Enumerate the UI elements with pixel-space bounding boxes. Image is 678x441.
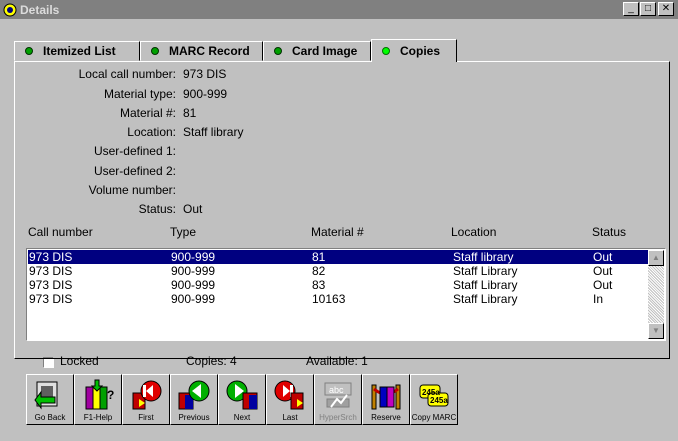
copy-marc-icon: 245a245a: [419, 384, 449, 407]
first-record-icon: [132, 380, 162, 410]
toolbar: Go Back ? F1-Help First Previous Next La…: [26, 374, 458, 425]
last-button[interactable]: Last: [266, 374, 314, 425]
f1-help-button[interactable]: ? F1-Help: [74, 374, 122, 425]
tab-label: Card Image: [292, 44, 358, 58]
next-button[interactable]: Next: [218, 374, 266, 425]
previous-button[interactable]: Previous: [170, 374, 218, 425]
copy-marc-label: Copy MARC: [411, 413, 457, 422]
svg-text:?: ?: [107, 388, 114, 402]
title-bar: Details _ □ ✕: [0, 0, 678, 19]
tab-copies[interactable]: Copies: [371, 39, 457, 62]
last-label: Last: [282, 413, 298, 422]
status-dot-icon: [274, 47, 282, 55]
svg-text:abc: abc: [329, 385, 344, 395]
tab-label: Itemized List: [43, 44, 116, 58]
close-button[interactable]: ✕: [658, 2, 674, 16]
app-icon: [3, 3, 17, 17]
maximize-button[interactable]: □: [640, 2, 656, 16]
window-title: Details: [20, 2, 60, 17]
last-record-icon: [274, 380, 304, 410]
reserve-label: Reserve: [371, 413, 401, 422]
status-dot-icon: [25, 47, 33, 55]
tab-itemized-list[interactable]: Itemized List: [14, 41, 140, 61]
help-books-icon: ?: [85, 379, 114, 410]
previous-record-icon: [178, 380, 210, 410]
tab-label: Copies: [400, 44, 441, 58]
help-label: F1-Help: [83, 413, 113, 422]
details-window: Itemized List MARC Record Card Image Cop…: [0, 19, 678, 441]
copies-panel: [14, 61, 670, 359]
copy-marc-button[interactable]: 245a 245a Copy MARC: [410, 374, 458, 425]
marc-icon-text-2: 245a: [430, 396, 448, 405]
first-label: First: [138, 413, 154, 422]
first-button[interactable]: First: [122, 374, 170, 425]
go-back-button[interactable]: Go Back: [26, 374, 74, 425]
go-back-label: Go Back: [34, 413, 66, 422]
hypersrch-label: HyperSrch: [319, 413, 357, 422]
reserve-button[interactable]: Reserve: [362, 374, 410, 425]
tab-marc-record[interactable]: MARC Record: [140, 41, 263, 61]
previous-label: Previous: [178, 413, 210, 422]
status-dot-icon: [151, 47, 159, 55]
tab-strip: Itemized List MARC Record Card Image Cop…: [14, 39, 457, 62]
reserve-icon: [371, 384, 401, 410]
tab-label: MARC Record: [169, 44, 250, 58]
status-dot-icon: [382, 47, 390, 55]
hyper-search-icon: abc: [324, 382, 352, 408]
minimize-button[interactable]: _: [623, 2, 639, 16]
next-label: Next: [233, 413, 251, 422]
hypersrch-button[interactable]: abc HyperSrch: [314, 374, 362, 425]
go-back-icon: [34, 381, 58, 410]
next-record-icon: [226, 380, 258, 410]
tab-card-image[interactable]: Card Image: [263, 41, 371, 61]
